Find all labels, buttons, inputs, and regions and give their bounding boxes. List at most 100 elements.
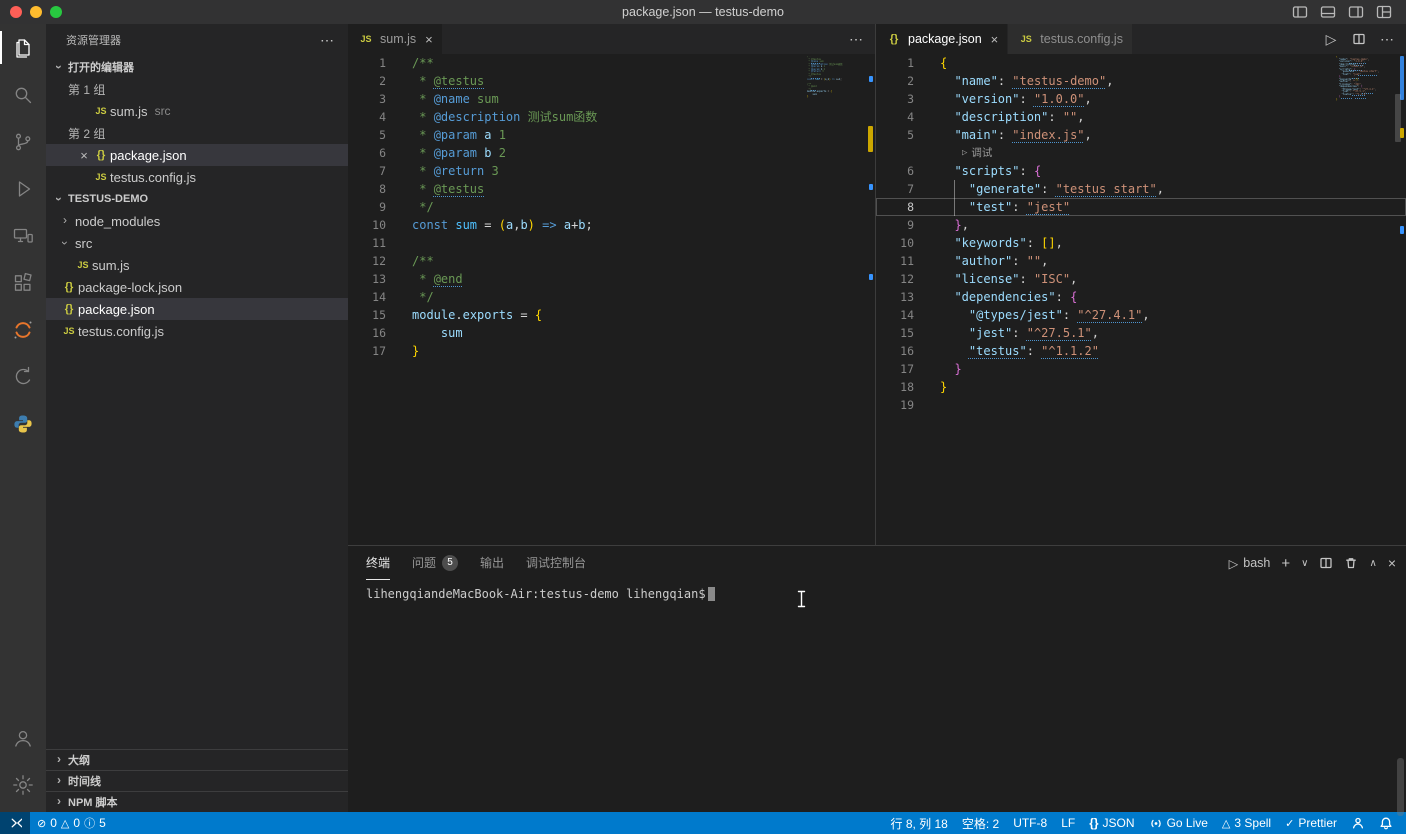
vscode-window: package.json — testus-demo 资源管理器 ⋯ › 打开的… [0, 0, 1406, 834]
split-editor-icon[interactable] [1350, 30, 1368, 48]
editor1-code[interactable]: 1/** 2 * @testus 3 * @name sum 4 * @descrip… [348, 54, 875, 545]
codelens[interactable]: ▷ 调试 [876, 144, 1406, 162]
panel-tab-问题[interactable]: 问题 5 [412, 546, 459, 580]
tree-item[interactable]: › src [46, 232, 348, 254]
code-line: 12 "license": "ISC", [876, 270, 1406, 288]
close-panel-icon[interactable]: × [1388, 555, 1396, 571]
editor-group-1: JS sum.js × ⋯ 1/** 2 * @testus 3 * @name sum… [348, 24, 875, 545]
status-spell-checker[interactable]: △ 3 Spell [1215, 812, 1278, 834]
status-encoding[interactable]: UTF-8 [1006, 812, 1054, 834]
tree-item[interactable]: {} package.json [46, 298, 348, 320]
editor1-more-actions-icon[interactable]: ⋯ [847, 30, 865, 48]
problems-indicator[interactable]: ⊘ 0 △ 0 ⓘ 5 [30, 812, 113, 834]
activity-search-icon[interactable] [0, 71, 46, 118]
customize-layout-icon[interactable] [1376, 4, 1392, 20]
close-tab-icon[interactable]: × [425, 32, 433, 47]
maximize-panel-icon[interactable]: ∧ [1369, 558, 1376, 569]
activity-remote-explorer-icon[interactable] [0, 212, 46, 259]
status-cursor-position[interactable]: 行 8, 列 18 [883, 812, 954, 834]
project-root-header[interactable]: › TESTUS-DEMO [46, 188, 348, 210]
minimize-window-button[interactable] [30, 6, 42, 18]
editor1-minimap[interactable]: /** * @testus * @name sum * @description… [807, 56, 862, 99]
open-editor-item[interactable]: JS sum.js src [46, 100, 348, 122]
toggle-panel-icon[interactable] [1320, 4, 1336, 20]
panel-tab-label: 调试控制台 [526, 556, 587, 570]
titlebar: package.json — testus-demo [0, 0, 1406, 24]
terminal-dropdown-icon[interactable]: ∨ [1301, 558, 1308, 569]
js-file-icon: JS [95, 172, 107, 182]
tree-item[interactable]: JS sum.js [46, 254, 348, 276]
activity-extensions-icon[interactable] [0, 259, 46, 306]
split-terminal-icon[interactable] [1319, 556, 1333, 570]
editor2-minimap[interactable]: { "name": "testus-demo", "version": "1.0… [1336, 56, 1391, 104]
tab-label: testus.config.js [1040, 32, 1123, 46]
terminal-shell-selector[interactable]: ▷ bash [1229, 556, 1271, 571]
line-number: 5 [379, 128, 386, 142]
toggle-secondary-sidebar-icon[interactable] [1348, 4, 1364, 20]
terminal[interactable]: lihengqiandeMacBook-Air:testus-demo lihe… [348, 580, 1406, 603]
run-file-icon[interactable]: ▷ [1322, 30, 1340, 48]
open-editor-item[interactable]: JS testus.config.js [46, 166, 348, 188]
line-number: 11 [372, 236, 386, 250]
code-line: 17} [348, 342, 875, 360]
activity-run-and-debug-icon[interactable] [0, 165, 46, 212]
panel-tab-终端[interactable]: 终端 [366, 546, 391, 580]
tab-sum.js[interactable]: JS sum.js × [348, 24, 443, 54]
js-file-icon: JS [95, 106, 107, 116]
panel-tab-输出[interactable]: 输出 [480, 546, 504, 580]
new-terminal-icon[interactable]: + [1281, 555, 1290, 572]
editor2-code[interactable]: 1{2 "name": "testus-demo", 3 "version": "… [876, 54, 1406, 545]
chevron-right-icon: › [57, 752, 61, 766]
toggle-primary-sidebar-icon[interactable] [1292, 4, 1308, 20]
sidebar: 资源管理器 ⋯ › 打开的编辑器 第 1 组 JS sum.js src 第 2 组 ×{… [46, 24, 348, 812]
close-window-button[interactable] [10, 6, 22, 18]
open-editor-item[interactable]: × {} package.json [46, 144, 348, 166]
activity-explorer-icon[interactable] [0, 24, 46, 71]
panel-tab-label: 输出 [480, 556, 505, 570]
activity-settings-icon[interactable] [0, 761, 46, 808]
kill-terminal-icon[interactable] [1344, 556, 1358, 570]
close-tab-icon[interactable]: × [991, 32, 999, 47]
js-file-icon: JS [1020, 34, 1032, 44]
tab-testus.config.js[interactable]: JS testus.config.js [1008, 24, 1133, 54]
status-indentation[interactable]: 空格: 2 [955, 812, 1006, 834]
sidebar-more-actions-icon[interactable]: ⋯ [320, 32, 334, 49]
editor2-more-actions-icon[interactable]: ⋯ [1378, 30, 1396, 48]
sidebar-section-时间线[interactable]: › 时间线 [46, 770, 348, 791]
status-language-mode[interactable]: {} JSON [1082, 812, 1141, 834]
status-go-live[interactable]: Go Live [1142, 812, 1215, 834]
sidebar-section-大纲[interactable]: › 大纲 [46, 749, 348, 770]
editor-area: JS sum.js × ⋯ 1/** 2 * @testus 3 * @name sum… [348, 24, 1406, 545]
editor1-tabbar: JS sum.js × ⋯ [348, 24, 875, 54]
activity-undo-history-icon[interactable] [0, 353, 46, 400]
file-label: package.json [110, 147, 187, 163]
error-icon: ⊘ [37, 817, 47, 830]
editor-group-label: 第 2 组 [68, 126, 106, 141]
activity-source-control-icon[interactable] [0, 118, 46, 165]
terminal-icon: ▷ [1228, 556, 1239, 571]
sidebar-section-NPM 脚本[interactable]: › NPM 脚本 [46, 791, 348, 812]
codelens-label: 调试 [971, 147, 993, 159]
status-notifications[interactable] [1372, 812, 1400, 834]
section-label: NPM 脚本 [68, 797, 118, 809]
tree-item[interactable]: {} package-lock.json [46, 276, 348, 298]
activity-account-icon[interactable] [0, 714, 46, 761]
remote-indicator[interactable] [0, 812, 30, 834]
terminal-scrollbar[interactable] [1397, 758, 1404, 816]
file-label: sum.js [110, 103, 148, 119]
activity-python-icon[interactable] [0, 400, 46, 447]
status-prettier[interactable]: ✓ Prettier [1278, 812, 1344, 834]
zoom-window-button[interactable] [50, 6, 62, 18]
line-number: 16 [372, 326, 386, 340]
status-eol[interactable]: LF [1054, 812, 1082, 834]
open-editors-header[interactable]: › 打开的编辑器 [46, 56, 348, 78]
close-editor-icon[interactable]: × [76, 148, 92, 163]
tab-package.json[interactable]: {} package.json × [876, 24, 1009, 54]
tree-item[interactable]: JS testus.config.js [46, 320, 348, 342]
tree-item[interactable]: › node_modules [46, 210, 348, 232]
panel-tab-调试控制台[interactable]: 调试控制台 [526, 546, 586, 580]
activity-jupyter-icon[interactable] [0, 306, 46, 353]
overview-info-marker [869, 184, 873, 190]
code-line: 14 "@types/jest": "^27.4.1", [876, 306, 1406, 324]
status-feedback[interactable] [1344, 812, 1372, 834]
